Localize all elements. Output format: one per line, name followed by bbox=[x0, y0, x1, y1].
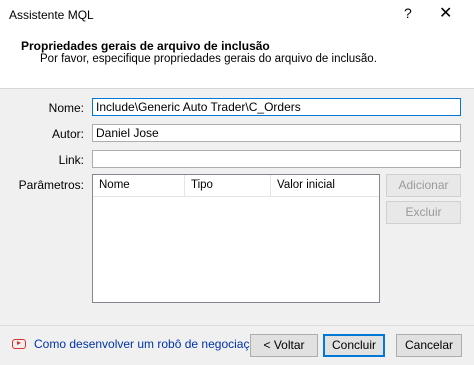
link-field[interactable] bbox=[92, 150, 461, 168]
wizard-window: Assistente MQL ? ✕ Propriedades gerais d… bbox=[0, 0, 474, 365]
parameters-table[interactable]: Nome Tipo Valor inicial bbox=[92, 174, 380, 303]
help-link[interactable]: Como desenvolver um robô de negociação bbox=[12, 337, 263, 351]
title-bar: Assistente MQL ? ✕ bbox=[0, 0, 474, 30]
help-link-text[interactable]: Como desenvolver um robô de negociação bbox=[34, 337, 263, 351]
help-icon[interactable]: ? bbox=[404, 5, 412, 21]
parameters-label: Parâmetros: bbox=[18, 178, 84, 192]
column-header-type[interactable]: Tipo bbox=[185, 175, 271, 196]
name-field[interactable]: Include\Generic Auto Trader\C_Orders bbox=[92, 98, 461, 116]
add-parameter-button[interactable]: Adicionar bbox=[386, 174, 461, 197]
link-label: Link: bbox=[58, 153, 84, 167]
finish-button[interactable]: Concluir bbox=[323, 334, 385, 357]
youtube-icon bbox=[12, 339, 26, 349]
author-field[interactable]: Daniel Jose bbox=[92, 124, 461, 142]
column-header-name[interactable]: Nome bbox=[93, 175, 185, 196]
author-label: Autor: bbox=[51, 127, 84, 141]
column-header-initial-value[interactable]: Valor inicial bbox=[271, 175, 379, 196]
page-subtitle: Por favor, especifique propriedades gera… bbox=[40, 53, 377, 65]
cancel-button[interactable]: Cancelar bbox=[396, 334, 462, 357]
name-label: Nome: bbox=[48, 101, 84, 115]
window-title: Assistente MQL bbox=[9, 8, 94, 22]
page-title: Propriedades gerais de arquivo de inclus… bbox=[21, 39, 270, 53]
wizard-header: Propriedades gerais de arquivo de inclus… bbox=[0, 30, 474, 89]
back-button[interactable]: < Voltar bbox=[250, 334, 318, 357]
table-header: Nome Tipo Valor inicial bbox=[93, 175, 379, 197]
delete-parameter-button[interactable]: Excluir bbox=[386, 201, 461, 224]
close-icon[interactable]: ✕ bbox=[439, 3, 452, 23]
footer-divider bbox=[0, 325, 474, 326]
